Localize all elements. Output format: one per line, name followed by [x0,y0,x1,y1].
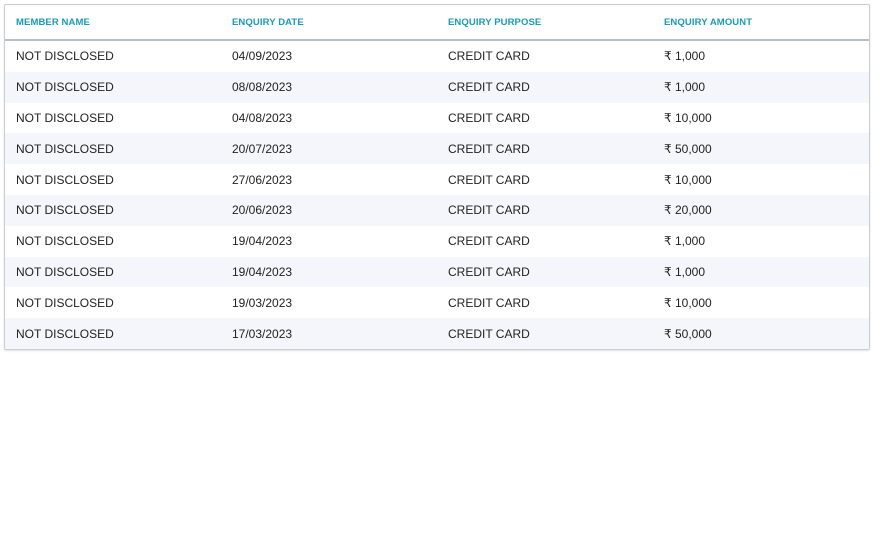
table-body: NOT DISCLOSED 04/09/2023 CREDIT CARD ₹ 1… [5,40,869,349]
cell-enquiry-purpose: CREDIT CARD [448,172,530,187]
cell-enquiry-date: 20/07/2023 [221,133,437,165]
table-row: NOT DISCLOSED 27/06/2023 CREDIT CARD ₹ 1… [5,164,869,195]
enquiry-table-card: MEMBER NAME ENQUIRY DATE ENQUIRY PURPOSE… [4,4,870,350]
cell-enquiry-amount: ₹ 1,000 [653,71,869,103]
cell-enquiry-date: 19/03/2023 [232,295,293,310]
cell-enquiry-amount: ₹ 1,000 [664,49,705,64]
cell-enquiry-amount: ₹ 10,000 [664,295,712,310]
cell-enquiry-date: 04/08/2023 [232,110,293,125]
cell-enquiry-amount: ₹ 1,000 [653,256,869,288]
table-row: NOT DISCLOSED 19/04/2023 CREDIT CARD ₹ 1… [5,226,869,257]
table-row: NOT DISCLOSED 20/07/2023 CREDIT CARD ₹ 5… [5,133,869,165]
column-header-enquiry-purpose: ENQUIRY PURPOSE [437,5,653,41]
cell-enquiry-purpose: CREDIT CARD [448,49,530,64]
cell-enquiry-date: 08/08/2023 [221,71,437,103]
cell-enquiry-purpose: CREDIT CARD [448,110,530,125]
cell-member-name: NOT DISCLOSED [16,295,114,310]
cell-enquiry-amount: ₹ 1,000 [664,234,705,249]
cell-enquiry-purpose: CREDIT CARD [448,295,530,310]
table-row: NOT DISCLOSED 04/08/2023 CREDIT CARD ₹ 1… [5,103,869,134]
cell-enquiry-date: 19/04/2023 [221,256,437,288]
enquiry-table: MEMBER NAME ENQUIRY DATE ENQUIRY PURPOSE… [5,5,869,349]
cell-member-name: NOT DISCLOSED [16,110,114,125]
cell-member-name: NOT DISCLOSED [5,318,221,349]
cell-enquiry-amount: ₹ 50,000 [653,318,869,349]
table-header-row: MEMBER NAME ENQUIRY DATE ENQUIRY PURPOSE… [5,5,869,41]
cell-enquiry-date: 27/06/2023 [232,172,293,187]
cell-enquiry-purpose: CREDIT CARD [437,318,653,349]
table-row: NOT DISCLOSED 19/03/2023 CREDIT CARD ₹ 1… [5,287,869,318]
cell-enquiry-purpose: CREDIT CARD [437,256,653,288]
table-row: NOT DISCLOSED 20/06/2023 CREDIT CARD ₹ 2… [5,194,869,226]
cell-enquiry-amount: ₹ 50,000 [653,133,869,165]
cell-member-name: NOT DISCLOSED [16,49,114,64]
cell-member-name: NOT DISCLOSED [16,234,114,249]
cell-enquiry-date: 04/09/2023 [232,49,293,64]
cell-enquiry-amount: ₹ 20,000 [653,194,869,226]
cell-enquiry-date: 20/06/2023 [221,194,437,226]
column-header-enquiry-amount: ENQUIRY AMOUNT [653,5,869,41]
column-header-member-name: MEMBER NAME [5,5,221,41]
cell-enquiry-purpose: CREDIT CARD [437,133,653,165]
cell-enquiry-date: 19/04/2023 [232,234,293,249]
table-row: NOT DISCLOSED 08/08/2023 CREDIT CARD ₹ 1… [5,71,869,103]
table-row: NOT DISCLOSED 17/03/2023 CREDIT CARD ₹ 5… [5,318,869,349]
table-row: NOT DISCLOSED 04/09/2023 CREDIT CARD ₹ 1… [5,40,869,72]
cell-enquiry-amount: ₹ 10,000 [664,110,712,125]
cell-member-name: NOT DISCLOSED [5,194,221,226]
cell-member-name: NOT DISCLOSED [5,256,221,288]
cell-member-name: NOT DISCLOSED [5,71,221,103]
cell-enquiry-purpose: CREDIT CARD [437,194,653,226]
cell-enquiry-amount: ₹ 10,000 [664,172,712,187]
cell-enquiry-purpose: CREDIT CARD [437,71,653,103]
column-header-enquiry-date: ENQUIRY DATE [221,5,437,41]
table-header: MEMBER NAME ENQUIRY DATE ENQUIRY PURPOSE… [5,5,869,41]
cell-member-name: NOT DISCLOSED [5,133,221,165]
table-row: NOT DISCLOSED 19/04/2023 CREDIT CARD ₹ 1… [5,256,869,288]
cell-enquiry-date: 17/03/2023 [221,318,437,349]
cell-enquiry-purpose: CREDIT CARD [448,234,530,249]
cell-member-name: NOT DISCLOSED [16,172,114,187]
